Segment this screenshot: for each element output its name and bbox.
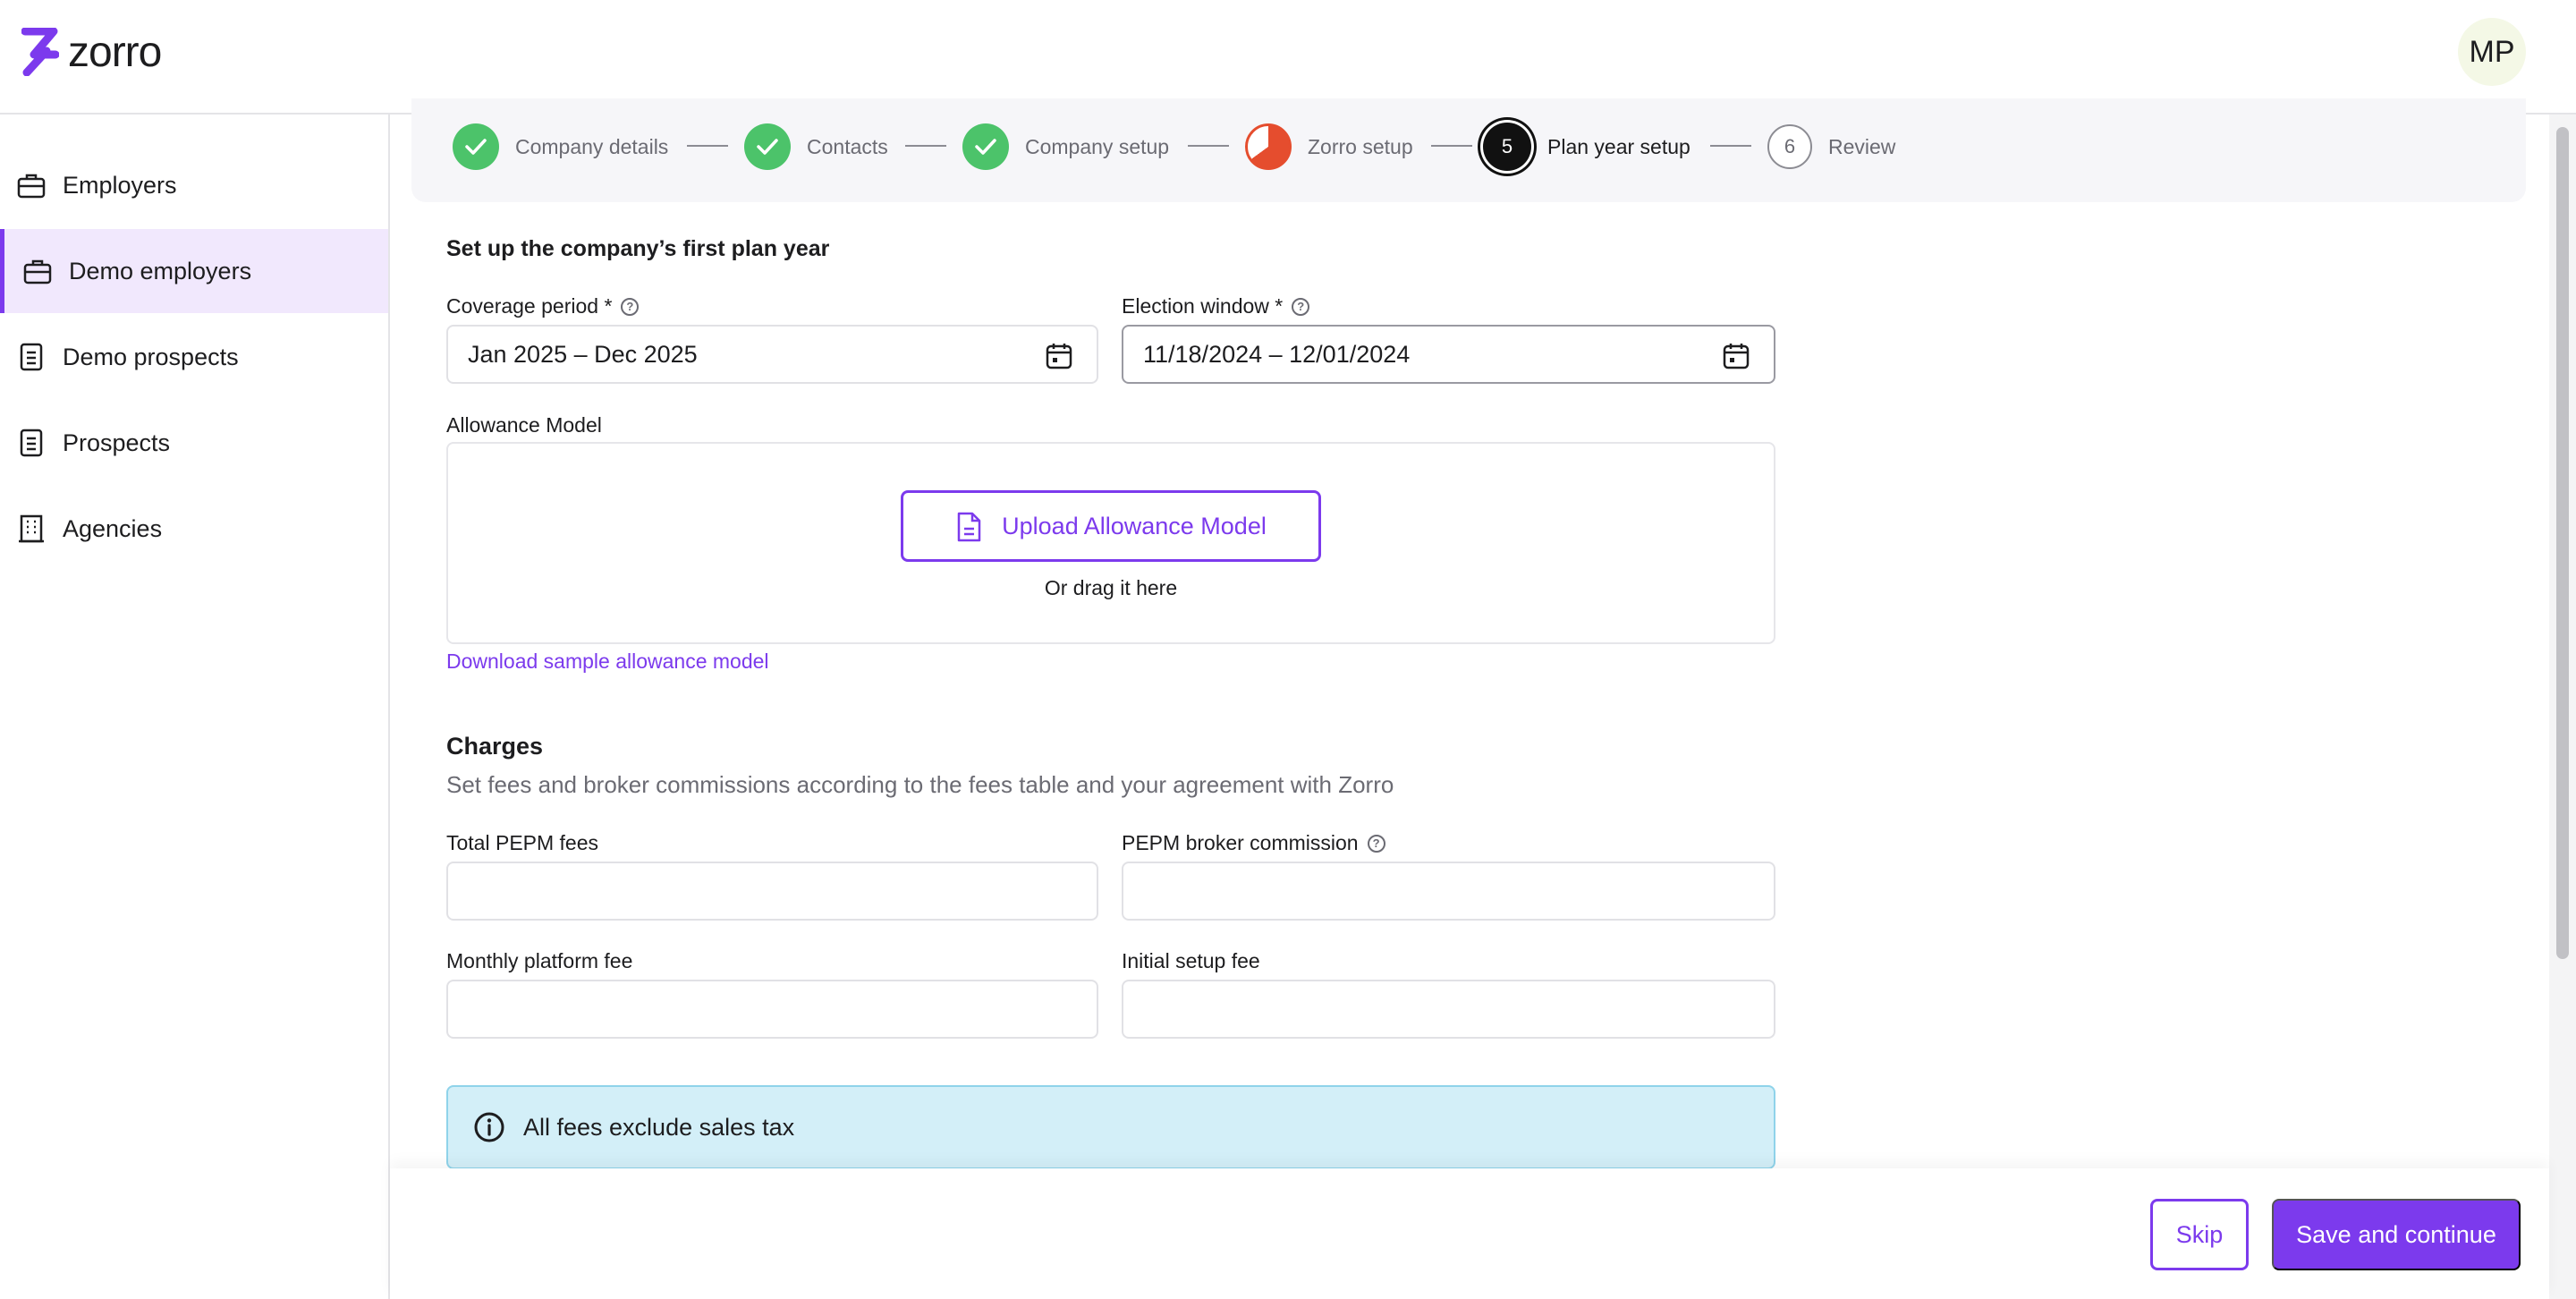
pepm-broker-commission-label: PEPM broker commission ?: [1122, 831, 1385, 855]
coverage-period-input[interactable]: Jan 2025 – Dec 2025: [446, 325, 1098, 384]
step-label: Review: [1828, 134, 1896, 158]
briefcase-icon: [16, 170, 47, 200]
info-icon: [473, 1111, 505, 1143]
sales-tax-info-banner: All fees exclude sales tax: [446, 1085, 1775, 1169]
step-connector: [687, 145, 728, 147]
allowance-model-dropzone[interactable]: Upload Allowance Model Or drag it here: [446, 442, 1775, 644]
step-zorro-setup[interactable]: Zorro setup: [1245, 122, 1413, 172]
sidebar-item-label: Agencies: [63, 514, 163, 542]
step-number: 5: [1483, 123, 1531, 171]
total-pepm-fees-input[interactable]: [446, 862, 1098, 921]
help-icon[interactable]: ?: [1367, 834, 1385, 853]
step-plan-year-setup[interactable]: 5 Plan year setup: [1483, 122, 1690, 172]
label-text: Coverage period *: [446, 294, 613, 318]
upload-allowance-model-button[interactable]: Upload Allowance Model: [901, 490, 1321, 562]
zorro-logo-mark-icon: [21, 28, 59, 76]
step-connector: [1431, 145, 1472, 147]
upload-button-label: Upload Allowance Model: [1002, 512, 1267, 539]
section-title: Set up the company’s first plan year: [446, 236, 830, 261]
briefcase-icon: [22, 256, 53, 286]
pepm-broker-commission-input[interactable]: [1122, 862, 1775, 921]
label-text: Election window *: [1122, 294, 1284, 318]
step-number: 6: [1767, 124, 1812, 169]
logo-text: zorro: [68, 28, 162, 76]
initial-setup-fee-input[interactable]: [1122, 980, 1775, 1039]
help-icon[interactable]: ?: [621, 297, 640, 316]
help-icon[interactable]: ?: [1292, 297, 1310, 316]
step-company-details[interactable]: Company details: [453, 122, 668, 172]
step-company-setup[interactable]: Company setup: [962, 122, 1169, 172]
coverage-period-label: Coverage period * ?: [446, 294, 640, 318]
calendar-icon[interactable]: [1045, 342, 1073, 370]
check-icon: [962, 123, 1009, 170]
step-connector: [1188, 145, 1229, 147]
initial-setup-fee-label: Initial setup fee: [1122, 949, 1260, 972]
document-icon: [16, 428, 47, 458]
step-connector: [905, 145, 946, 147]
step-contacts[interactable]: Contacts: [744, 122, 888, 172]
step-label: Company setup: [1025, 134, 1170, 158]
election-window-input[interactable]: 11/18/2024 – 12/01/2024: [1122, 325, 1775, 384]
top-bar: zorro MP: [0, 0, 2576, 115]
check-icon: [453, 123, 499, 170]
charges-title: Charges: [446, 733, 544, 760]
step-label: Company details: [515, 134, 669, 158]
download-sample-link[interactable]: Download sample allowance model: [446, 650, 769, 674]
page-scrollbar[interactable]: [2549, 115, 2576, 1299]
zorro-logo[interactable]: zorro: [21, 27, 162, 77]
sidebar-item-label: Prospects: [63, 429, 171, 456]
drag-hint: Or drag it here: [1044, 576, 1178, 599]
scrollbar-thumb[interactable]: [2556, 127, 2569, 959]
step-label: Zorro setup: [1308, 134, 1413, 158]
document-icon: [16, 342, 47, 372]
input-value: Jan 2025 – Dec 2025: [468, 340, 698, 368]
sidebar-item-label: Demo employers: [69, 257, 252, 284]
monthly-platform-fee-label: Monthly platform fee: [446, 949, 633, 972]
sidebar-item-prospects[interactable]: Prospects: [0, 401, 388, 485]
sidebar-item-label: Employers: [63, 171, 177, 199]
info-text: All fees exclude sales tax: [523, 1113, 795, 1141]
building-icon: [16, 514, 47, 544]
skip-button[interactable]: Skip: [2150, 1199, 2249, 1270]
sidebar-item-label: Demo prospects: [63, 343, 239, 370]
sidebar-item-demo-employers[interactable]: Demo employers: [0, 229, 388, 313]
partial-progress-icon: [1245, 123, 1292, 170]
sidebar: Employers Demo employers Demo prospects …: [0, 115, 390, 1299]
step-label: Contacts: [807, 134, 888, 158]
setup-stepper: Company details Contacts Company setup Z…: [411, 98, 2526, 202]
check-icon: [744, 123, 791, 170]
save-and-continue-button[interactable]: Save and continue: [2272, 1199, 2521, 1270]
charges-subtitle: Set fees and broker commissions accordin…: [446, 771, 1394, 798]
label-text: PEPM broker commission: [1122, 831, 1359, 854]
file-icon: [955, 511, 982, 542]
sidebar-item-agencies[interactable]: Agencies: [0, 487, 388, 571]
step-connector: [1710, 145, 1751, 147]
sidebar-item-employers[interactable]: Employers: [0, 143, 388, 227]
total-pepm-fees-label: Total PEPM fees: [446, 831, 599, 854]
election-window-label: Election window * ?: [1122, 294, 1310, 318]
calendar-icon[interactable]: [1722, 342, 1750, 370]
monthly-platform-fee-input[interactable]: [446, 980, 1098, 1039]
step-review[interactable]: 6 Review: [1767, 122, 1895, 172]
step-label: Plan year setup: [1547, 134, 1690, 158]
input-value: 11/18/2024 – 12/01/2024: [1143, 340, 1411, 368]
allowance-model-label: Allowance Model: [446, 413, 602, 437]
user-avatar[interactable]: MP: [2458, 18, 2526, 86]
sidebar-item-demo-prospects[interactable]: Demo prospects: [0, 315, 388, 399]
